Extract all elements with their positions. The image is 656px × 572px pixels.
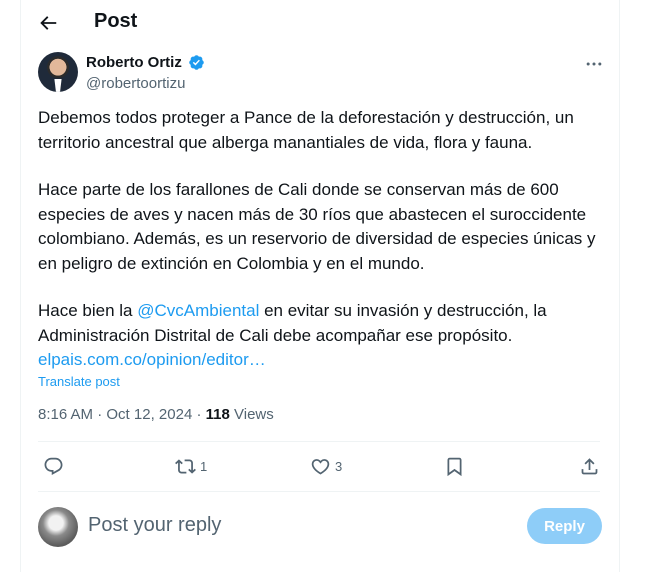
share-action-button[interactable] xyxy=(579,454,600,478)
like-action-button[interactable]: 3 xyxy=(310,454,342,478)
heart-icon xyxy=(311,458,330,475)
author-name[interactable]: Roberto Ortiz xyxy=(86,54,182,71)
views-label: Views xyxy=(229,406,274,423)
paragraph-text: Hace bien la xyxy=(38,301,138,320)
post-paragraph: Debemos todos proteger a Pance de la def… xyxy=(38,108,574,152)
reply-icon xyxy=(44,457,63,475)
post-date[interactable]: Oct 12, 2024 xyxy=(106,406,192,423)
translate-link[interactable]: Translate post xyxy=(38,374,120,389)
verified-badge-icon[interactable] xyxy=(188,54,205,71)
author-avatar[interactable] xyxy=(38,52,78,92)
author-handle[interactable]: @robertoortizu xyxy=(86,75,185,92)
divider xyxy=(38,441,600,442)
repost-action-button[interactable]: 1 xyxy=(175,454,207,478)
post-time[interactable]: 8:16 AM xyxy=(38,406,93,423)
post-column: Post Roberto Ortiz @robertoortizu Debemo… xyxy=(20,0,620,572)
user-avatar xyxy=(38,507,78,547)
post-meta: 8:16 AM · Oct 12, 2024 · 118 Views xyxy=(38,406,274,423)
bookmark-action-button[interactable] xyxy=(444,454,465,478)
share-icon xyxy=(581,457,598,474)
post-header: Post xyxy=(21,0,619,46)
mention-link[interactable]: @CvcAmbiental xyxy=(137,301,259,320)
divider xyxy=(38,491,600,492)
bookmark-icon xyxy=(447,457,462,476)
page-title: Post xyxy=(94,10,138,32)
reply-input[interactable]: Post your reply xyxy=(88,514,221,537)
reply-button[interactable]: Reply xyxy=(527,508,602,544)
post-paragraph: Hace parte de los farallones de Cali don… xyxy=(38,180,596,273)
external-link[interactable]: elpais.com.co/opinion/editor… xyxy=(38,350,266,369)
views-count: 118 xyxy=(205,406,230,423)
meta-separator: · xyxy=(192,406,206,423)
like-count: 3 xyxy=(335,458,343,474)
repost-count: 1 xyxy=(200,458,208,474)
meta-separator: · xyxy=(93,406,107,423)
post-paragraph: Hace bien la @CvcAmbiental en evitar su … xyxy=(38,299,600,373)
more-options-icon[interactable] xyxy=(584,54,604,74)
arrow-left-icon[interactable] xyxy=(37,12,59,34)
reply-action-button[interactable] xyxy=(43,454,64,478)
post-text: Debemos todos proteger a Pance de la def… xyxy=(38,106,600,373)
repost-icon xyxy=(175,458,196,474)
